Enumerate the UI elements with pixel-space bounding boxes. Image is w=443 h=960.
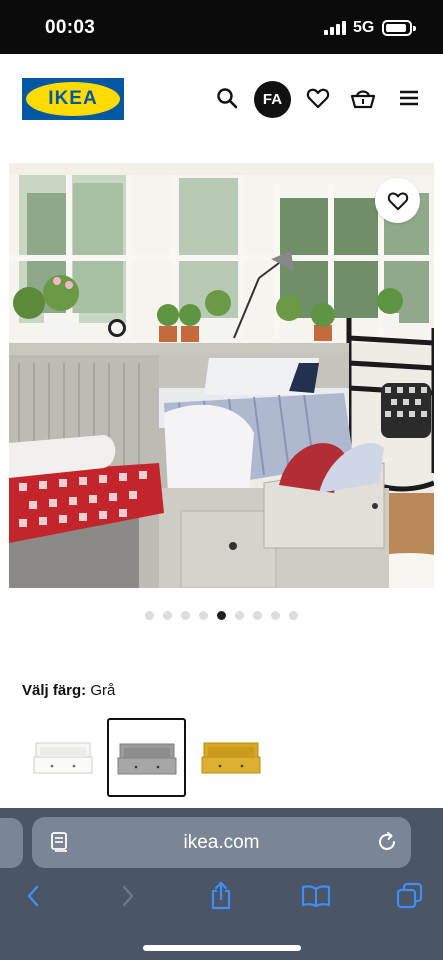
- carousel-dot[interactable]: [163, 611, 172, 620]
- reload-icon[interactable]: [376, 831, 398, 858]
- basket-icon[interactable]: [348, 83, 378, 113]
- signal-icon: [324, 21, 348, 35]
- tabs-icon: [396, 882, 423, 909]
- url-text: ikea.com: [183, 832, 260, 853]
- color-picker-label: Välj färg: Grå: [22, 682, 115, 699]
- daybed-photo: [9, 163, 434, 588]
- network-type: 5G: [353, 19, 375, 36]
- forward-button[interactable]: [112, 880, 144, 912]
- chevron-left-icon: [27, 885, 39, 907]
- status-time: 00:03: [45, 17, 96, 38]
- share-icon: [211, 881, 231, 910]
- carousel-dot-active[interactable]: [217, 611, 226, 620]
- carousel-dot[interactable]: [271, 611, 280, 620]
- carousel-dot[interactable]: [235, 611, 244, 620]
- swatch-white[interactable]: [24, 718, 102, 796]
- carousel-dot[interactable]: [181, 611, 190, 620]
- carousel-dot[interactable]: [253, 611, 262, 620]
- status-bar: 00:03 5G: [0, 0, 443, 54]
- home-indicator: [143, 945, 301, 951]
- ikea-logo[interactable]: IKEA: [22, 78, 124, 120]
- daybed-white-thumbnail: [33, 742, 93, 774]
- carousel-dot[interactable]: [145, 611, 154, 620]
- selected-color-value: Grå: [90, 682, 116, 699]
- search-icon[interactable]: [212, 83, 242, 113]
- previous-tab-preview[interactable]: [0, 818, 23, 868]
- product-image[interactable]: [9, 163, 434, 588]
- book-icon: [301, 885, 331, 908]
- menu-icon[interactable]: [394, 83, 424, 113]
- daybed-yellow-thumbnail: [201, 742, 261, 774]
- avatar[interactable]: FA: [254, 81, 291, 118]
- carousel-indicator: [0, 611, 443, 621]
- add-to-favorites-button[interactable]: [375, 178, 420, 223]
- color-label-prefix: Välj färg:: [22, 682, 87, 699]
- heart-icon: [387, 191, 408, 210]
- daybed-grey-thumbnail: [117, 743, 176, 774]
- battery-icon: [382, 20, 416, 36]
- swatch-yellow[interactable]: [192, 718, 270, 796]
- share-button[interactable]: [205, 880, 237, 912]
- chevron-right-icon: [122, 885, 134, 907]
- heart-icon[interactable]: [303, 83, 333, 113]
- carousel-dot[interactable]: [199, 611, 208, 620]
- bookmarks-button[interactable]: [300, 880, 332, 912]
- carousel-dot[interactable]: [289, 611, 298, 620]
- site-header: IKEA FA: [0, 54, 443, 162]
- logo-text: IKEA: [48, 88, 98, 109]
- address-bar[interactable]: ikea.com: [32, 817, 411, 868]
- swatch-grey[interactable]: [107, 718, 186, 797]
- back-button[interactable]: [17, 880, 49, 912]
- tabs-button[interactable]: [394, 880, 426, 912]
